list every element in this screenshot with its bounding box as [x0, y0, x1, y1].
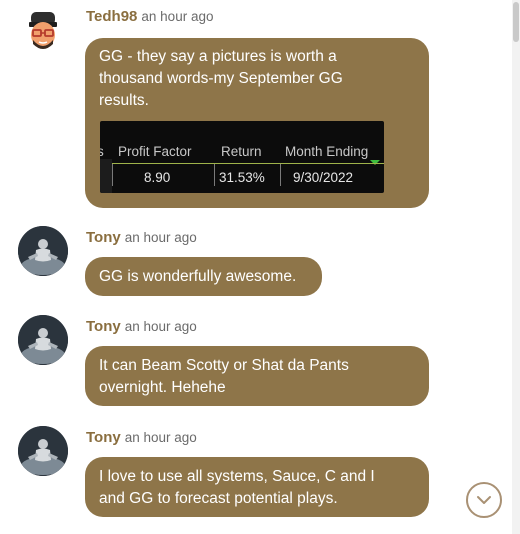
avatar-photo-icon	[18, 226, 68, 276]
message-text: It can Beam Scotty or Shat da Pants over…	[99, 357, 349, 396]
message-item: Tony an hour ago GG is wonderfully awesom…	[0, 224, 505, 296]
message-bubble: GG - they say a pictures is worth a thou…	[85, 38, 429, 208]
author-name[interactable]: Tony	[86, 318, 121, 335]
message-item: Tony an hour ago I love to use all system…	[0, 424, 505, 519]
message-bubble: I love to use all systems, Sauce, C and …	[85, 457, 429, 517]
screenshot-header-return: Return	[221, 144, 262, 159]
message-text: I love to use all systems, Sauce, C and …	[99, 468, 375, 507]
author-name[interactable]: Tony	[86, 229, 121, 246]
message-item: Tedh98 an hour ago GG - they say a pictur…	[0, 0, 505, 210]
message-meta: Tony an hour ago	[86, 429, 197, 447]
avatar[interactable]	[18, 4, 68, 54]
screenshot-cell-month-ending: 9/30/2022	[293, 170, 354, 185]
screenshot-header-profit-factor: Profit Factor	[118, 144, 192, 159]
scrollbar-track[interactable]	[512, 0, 520, 534]
message-item: Tony an hour ago It can Beam Scotty or Sh…	[0, 313, 505, 408]
screenshot-cell-divider	[280, 164, 281, 186]
chevron-down-icon	[477, 496, 491, 504]
avatar[interactable]	[18, 426, 68, 476]
avatar-photo-icon	[18, 315, 68, 365]
message-text: GG is wonderfully awesome.	[99, 268, 297, 285]
screenshot-cell-divider	[214, 164, 215, 186]
screenshot-cell-profit-factor: 8.90	[144, 170, 171, 185]
screenshot-cell-divider	[112, 164, 113, 186]
scrollbar-thumb[interactable]	[513, 2, 519, 42]
screenshot-header-cut: s	[100, 144, 104, 159]
message-meta: Tony an hour ago	[86, 229, 197, 247]
timestamp: an hour ago	[124, 319, 197, 334]
timestamp: an hour ago	[124, 230, 197, 245]
screenshot-cell-return: 31.53%	[219, 170, 265, 185]
avatar[interactable]	[18, 315, 68, 365]
attached-screenshot[interactable]: s Profit Factor Return Month Ending 8.90…	[100, 121, 384, 193]
message-bubble: It can Beam Scotty or Shat da Pants over…	[85, 346, 429, 406]
timestamp: an hour ago	[141, 9, 214, 24]
screenshot-data-row: 8.90 31.53% 9/30/2022	[112, 163, 384, 186]
avatar-photo-icon	[18, 426, 68, 476]
screenshot-header-month-ending: Month Ending	[285, 144, 369, 159]
timestamp: an hour ago	[124, 430, 197, 445]
screenshot-row-edge	[100, 159, 112, 193]
avatar-beanie-glasses-icon	[29, 12, 57, 49]
message-bubble: GG is wonderfully awesome.	[85, 257, 322, 296]
message-meta: Tony an hour ago	[86, 318, 197, 336]
message-text: GG - they say a pictures is worth a thou…	[99, 48, 343, 109]
author-name[interactable]: Tedh98	[86, 8, 137, 25]
scroll-down-button[interactable]	[466, 482, 502, 518]
author-name[interactable]: Tony	[86, 429, 121, 446]
avatar[interactable]	[18, 226, 68, 276]
screenshot-header-row: s Profit Factor Return Month Ending	[100, 141, 384, 161]
message-meta: Tedh98 an hour ago	[86, 8, 213, 26]
